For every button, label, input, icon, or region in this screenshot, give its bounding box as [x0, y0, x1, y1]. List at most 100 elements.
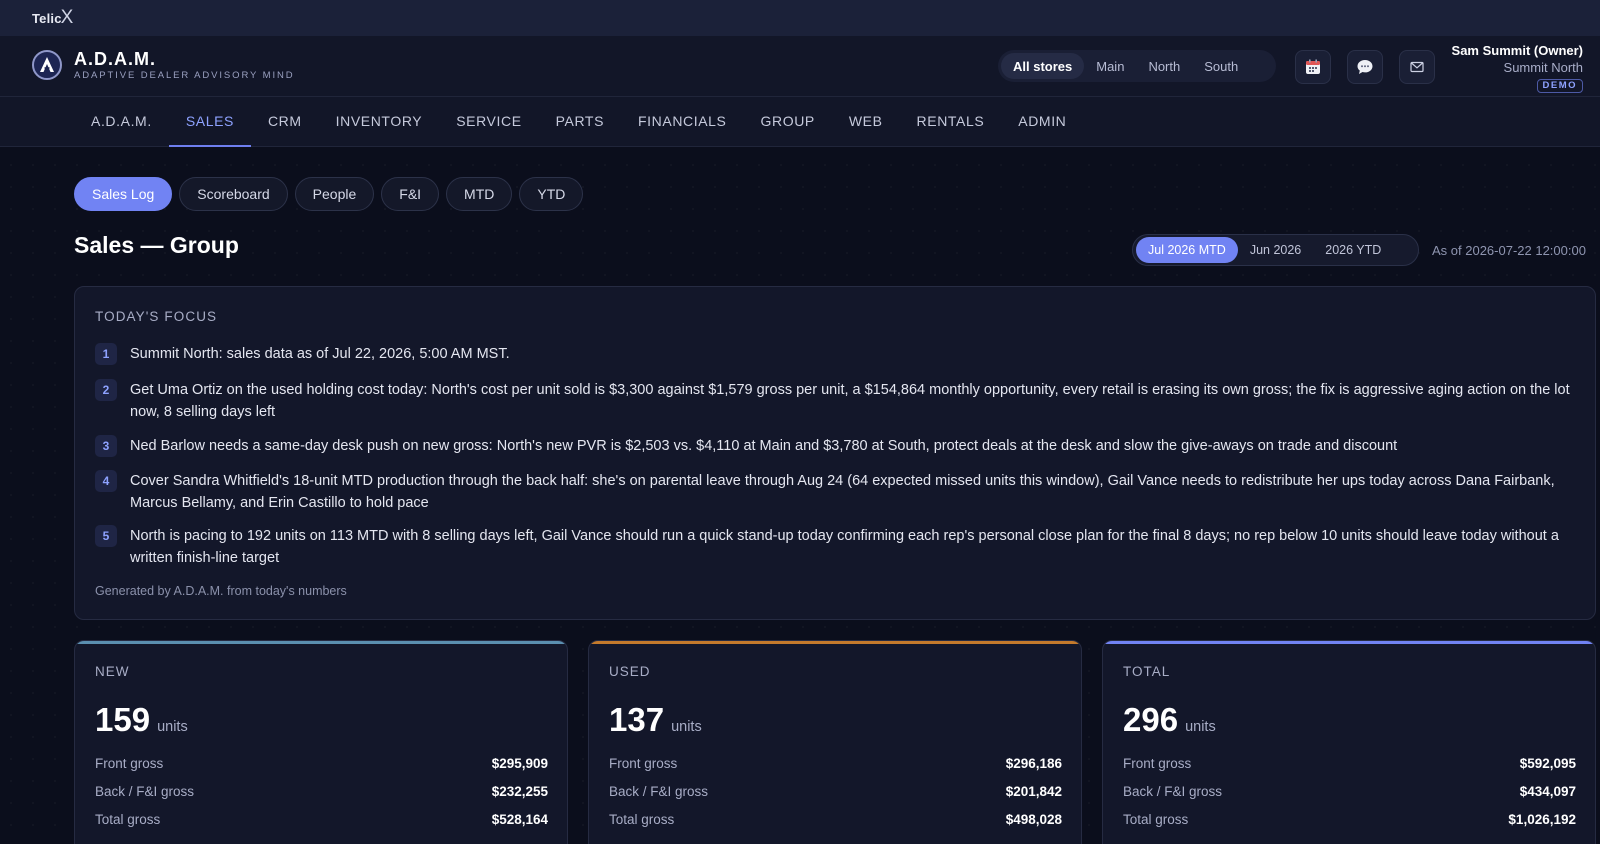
nav-financials[interactable]: FINANCIALS	[621, 97, 743, 147]
subtab-ytd[interactable]: YTD	[519, 177, 584, 211]
kpi-row-value: $296,186	[1005, 756, 1062, 771]
focus-item: 3 Ned Barlow needs a same-day desk push …	[95, 435, 1575, 457]
subtab-mtd[interactable]: MTD	[446, 177, 513, 211]
todays-focus-card: TODAY'S FOCUS 1 Summit North: sales data…	[74, 286, 1596, 620]
focus-item-number: 3	[95, 435, 117, 457]
focus-heading: TODAY'S FOCUS	[95, 309, 218, 324]
sales-subtabs: Sales Log Scoreboard People F&I MTD YTD	[74, 177, 590, 211]
kpi-value-row: 159 units	[95, 701, 188, 739]
kpi-row: Back / F&I gross $434,097	[1123, 784, 1576, 799]
kpi-unit: units	[671, 719, 702, 735]
app-title: A.D.A.M.	[74, 49, 156, 69]
kpi-row-label: Back / F&I gross	[95, 784, 195, 799]
kpi-row-label: Front gross	[95, 756, 164, 771]
kpi-row: Total gross $498,028	[609, 812, 1062, 827]
nav-web[interactable]: WEB	[832, 97, 900, 147]
nav-crm[interactable]: CRM	[251, 97, 319, 147]
brand-text: Telic	[32, 11, 62, 26]
kpi-row: Front gross $592,095	[1123, 756, 1576, 771]
kpi-row-value: $1,026,192	[1508, 812, 1576, 827]
kpi-row-value: $528,164	[491, 812, 548, 827]
store-filter-south[interactable]: South	[1192, 53, 1250, 79]
store-filter-all[interactable]: All stores	[1001, 53, 1085, 79]
user-store: Summit North	[1503, 60, 1583, 75]
focus-item-text: Get Uma Ortiz on the used holding cost t…	[130, 382, 1570, 420]
adam-logo-glyph	[40, 57, 54, 72]
user-name: Sam Summit (Owner)	[1451, 43, 1583, 58]
period-jul-mtd[interactable]: Jul 2026 MTD	[1136, 237, 1238, 263]
nav-service[interactable]: SERVICE	[439, 97, 538, 147]
kpi-unit: units	[157, 719, 188, 735]
nav-admin[interactable]: ADMIN	[1001, 97, 1083, 147]
kpi-row-value: $498,028	[1005, 812, 1062, 827]
kpi-row-value: $201,842	[1005, 784, 1062, 799]
brand-x: X	[60, 7, 74, 28]
kpi-row-value: $232,255	[491, 784, 548, 799]
nav-parts[interactable]: PARTS	[539, 97, 621, 147]
kpi-value-row: 137 units	[609, 701, 702, 739]
period-selector: Jul 2026 MTD Jun 2026 2026 YTD	[1132, 234, 1419, 266]
nav-sales[interactable]: SALES	[168, 97, 251, 147]
adam-logo-icon[interactable]	[32, 50, 62, 80]
subtab-people[interactable]: People	[294, 177, 375, 211]
focus-item: 2 Get Uma Ortiz on the used holding cost…	[95, 379, 1575, 423]
kpi-unit: units	[1185, 719, 1216, 735]
kpi-card-used: USED 137 units Front gross $296,186 Back …	[588, 640, 1082, 844]
kpi-row-label: Front gross	[1123, 756, 1192, 771]
kpi-label: NEW	[95, 664, 130, 679]
kpi-row-label: Back / F&I gross	[1123, 784, 1223, 799]
nav-adam[interactable]: A.D.A.M.	[74, 97, 169, 147]
app-header: A.D.A.M. ADAPTIVE DEALER ADVISORY MIND A…	[0, 36, 1600, 97]
calendar-icon	[1306, 59, 1320, 74]
nav-inventory[interactable]: INVENTORY	[319, 97, 440, 147]
focus-item-number: 5	[95, 525, 117, 547]
kpi-row-value: $592,095	[1519, 756, 1576, 771]
demo-badge: DEMO	[1536, 79, 1583, 93]
mail-button[interactable]	[1399, 50, 1435, 84]
focus-item-text: Cover Sandra Whitfield's 18-unit MTD pro…	[130, 473, 1555, 511]
store-filter-north[interactable]: North	[1136, 53, 1192, 79]
main-nav: A.D.A.M. SALES CRM INVENTORY SERVICE PAR…	[0, 97, 1600, 147]
user-menu[interactable]: Sam Summit (Owner) Summit North DEMO	[1452, 43, 1583, 93]
telicx-logo[interactable]: TelicX	[32, 7, 74, 29]
kpi-row-label: Front gross	[609, 756, 678, 771]
nav-group[interactable]: GROUP	[744, 97, 832, 147]
kpi-row-label: Total gross	[95, 812, 161, 827]
mail-icon	[1410, 61, 1424, 73]
kpi-row-label: Back / F&I gross	[609, 784, 709, 799]
subtab-scoreboard[interactable]: Scoreboard	[179, 177, 288, 211]
kpi-row: Front gross $295,909	[95, 756, 548, 771]
focus-item-text: North is pacing to 192 units on 113 MTD …	[130, 528, 1559, 566]
kpi-row: Front gross $296,186	[609, 756, 1062, 771]
kpi-card-total: TOTAL 296 units Front gross $592,095 Back…	[1102, 640, 1596, 844]
topbar: TelicX	[0, 0, 1600, 36]
focus-item-text: Ned Barlow needs a same-day desk push on…	[130, 438, 1398, 454]
page-title: Sales — Group	[74, 232, 239, 258]
chat-icon	[1357, 60, 1373, 74]
focus-item-text: Summit North: sales data as of Jul 22, 2…	[130, 346, 510, 362]
nav-rentals[interactable]: RENTALS	[900, 97, 1002, 147]
kpi-row-label: Total gross	[1123, 812, 1189, 827]
chat-button[interactable]	[1347, 50, 1383, 84]
kpi-label: USED	[609, 664, 651, 679]
kpi-row-value: $434,097	[1519, 784, 1576, 799]
calendar-button[interactable]	[1295, 50, 1331, 84]
focus-item: 1 Summit North: sales data as of Jul 22,…	[95, 343, 1575, 365]
as-of-timestamp: As of 2026-07-22 12:00:00	[1432, 243, 1586, 258]
period-ytd[interactable]: 2026 YTD	[1313, 237, 1393, 263]
focus-item: 5 North is pacing to 192 units on 113 MT…	[95, 525, 1575, 569]
kpi-row: Back / F&I gross $232,255	[95, 784, 548, 799]
kpi-value: 159	[95, 701, 151, 738]
kpi-row: Total gross $528,164	[95, 812, 548, 827]
kpi-row-label: Total gross	[609, 812, 675, 827]
store-filter-main[interactable]: Main	[1084, 53, 1136, 79]
focus-item: 4 Cover Sandra Whitfield's 18-unit MTD p…	[95, 470, 1575, 514]
subtab-fi[interactable]: F&I	[381, 177, 440, 211]
app-subtitle: ADAPTIVE DEALER ADVISORY MIND	[74, 70, 295, 81]
store-filter: All stores Main North South	[998, 50, 1276, 82]
kpi-value: 137	[609, 701, 665, 738]
kpi-row: Back / F&I gross $201,842	[609, 784, 1062, 799]
subtab-sales-log[interactable]: Sales Log	[74, 177, 173, 211]
period-jun[interactable]: Jun 2026	[1238, 237, 1313, 263]
kpi-row-value: $295,909	[491, 756, 548, 771]
